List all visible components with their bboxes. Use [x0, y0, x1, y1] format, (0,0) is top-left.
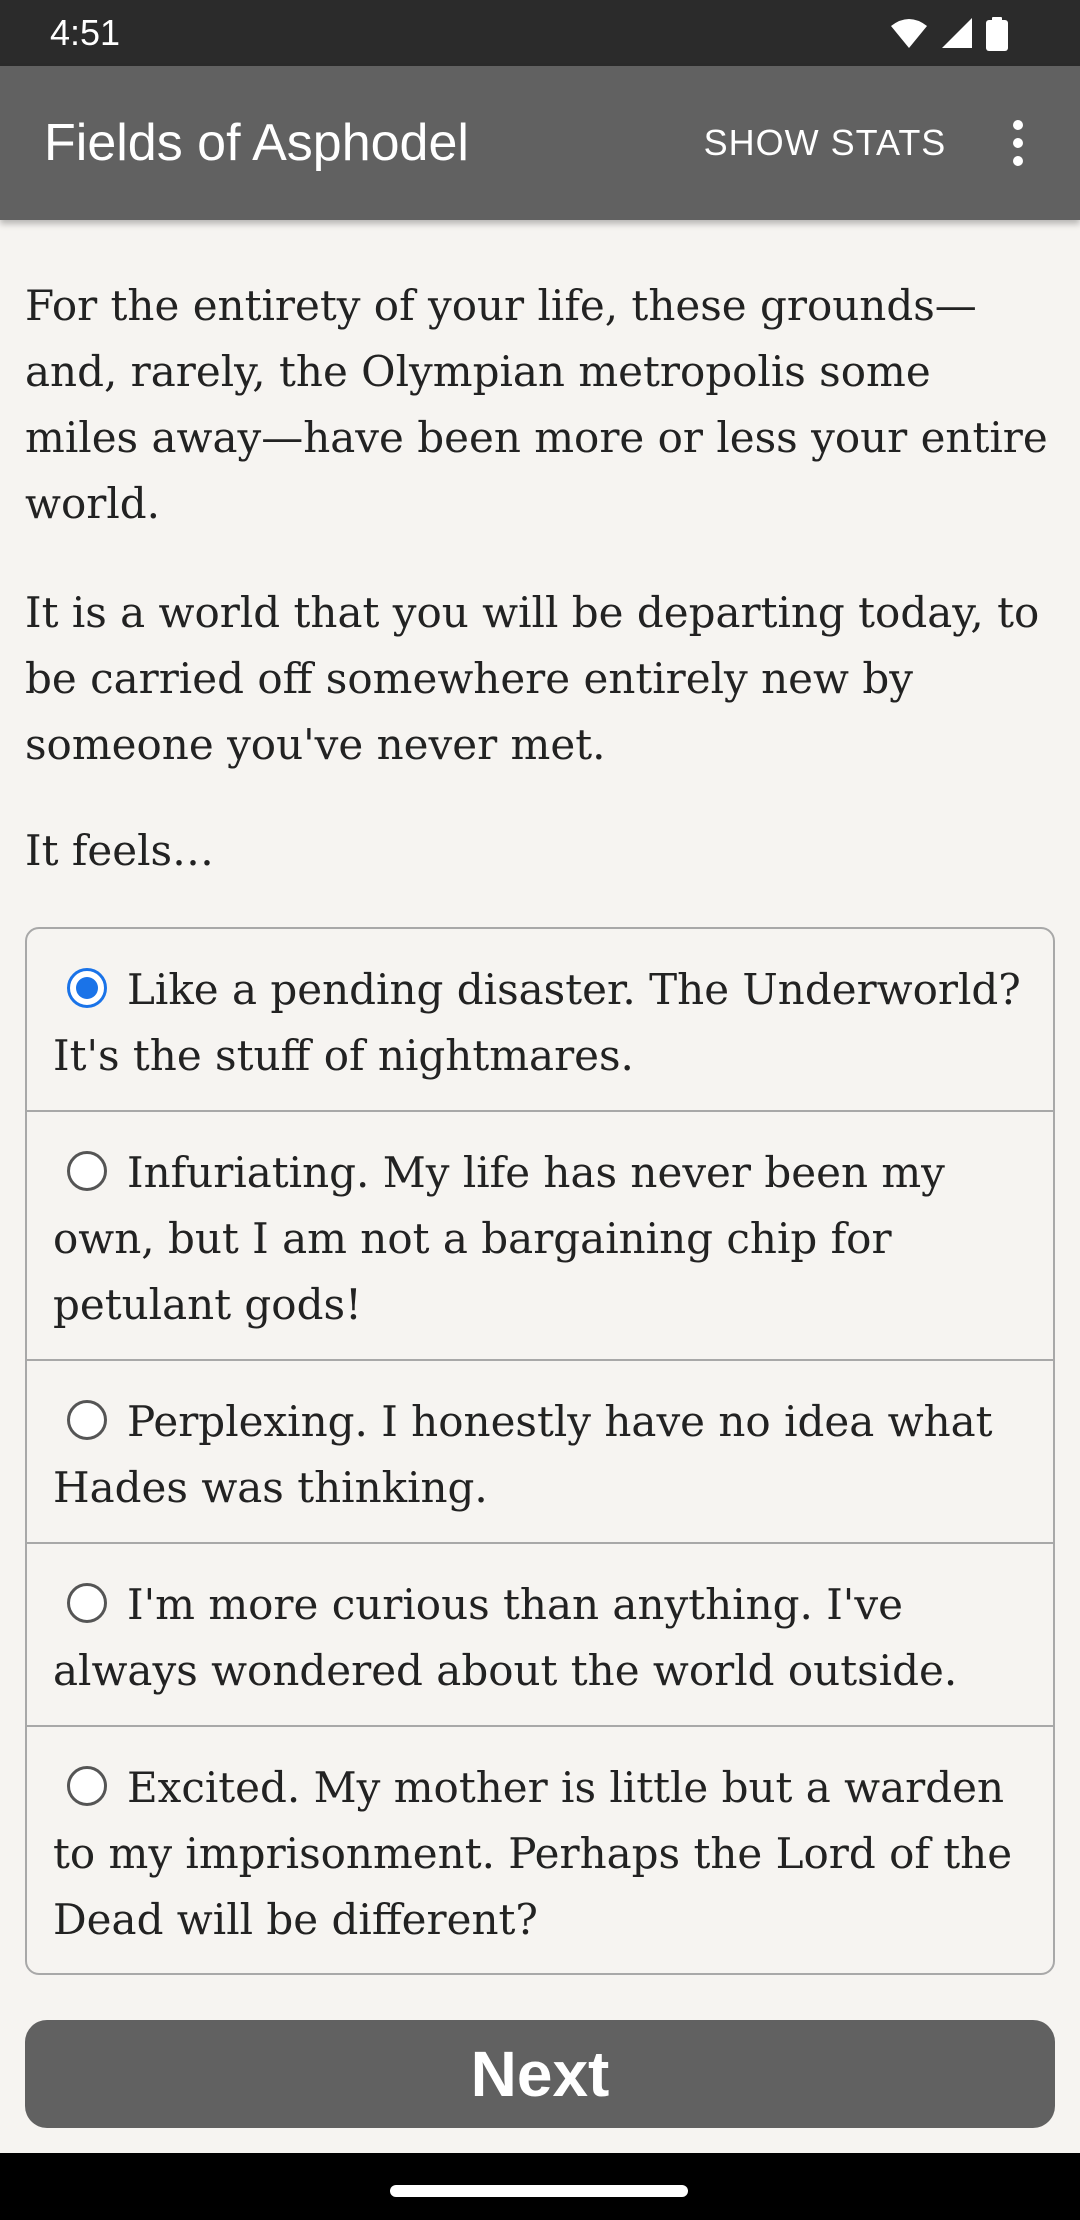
choice-label: Like a pending disaster. The Underworld?…	[53, 965, 1021, 1080]
next-button[interactable]: Next	[25, 2020, 1055, 2128]
status-bar: 4:51	[0, 0, 1080, 66]
choice-label: I'm more curious than anything. I've alw…	[53, 1580, 958, 1695]
choice-option[interactable]: Infuriating. My life has never been my o…	[27, 1112, 1053, 1361]
status-icons	[890, 14, 1008, 54]
choice-list: Like a pending disaster. The Underworld?…	[25, 927, 1055, 1975]
radio-button[interactable]	[67, 1400, 107, 1440]
battery-icon	[986, 17, 1008, 51]
story-paragraph: It is a world that you will be departing…	[25, 588, 1040, 769]
choice-option[interactable]: Like a pending disaster. The Underworld?…	[27, 929, 1053, 1112]
status-time: 4:51	[50, 12, 121, 53]
navigation-bar	[0, 2153, 1080, 2220]
app-title: Fields of Asphodel	[44, 114, 469, 172]
choice-label: Infuriating. My life has never been my o…	[53, 1148, 945, 1329]
more-vert-icon[interactable]	[990, 111, 1046, 175]
app-bar: Fields of Asphodel SHOW STATS	[0, 66, 1080, 220]
show-stats-button[interactable]: SHOW STATS	[680, 109, 970, 177]
radio-button[interactable]	[67, 1583, 107, 1623]
cell-signal-icon	[942, 18, 972, 48]
story-paragraph: It feels…	[25, 826, 215, 875]
wifi-icon	[891, 19, 927, 48]
choice-label: Perplexing. I honestly have no idea what…	[53, 1397, 993, 1512]
radio-button[interactable]	[67, 1151, 107, 1191]
radio-button[interactable]	[67, 1766, 107, 1806]
radio-button[interactable]	[67, 968, 107, 1008]
choice-option[interactable]: I'm more curious than anything. I've alw…	[27, 1544, 1053, 1727]
choice-option[interactable]: Perplexing. I honestly have no idea what…	[27, 1361, 1053, 1544]
choice-label: Excited. My mother is little but a warde…	[53, 1763, 1013, 1944]
story-paragraph: For the entirety of your life, these gro…	[25, 281, 1048, 528]
choice-option[interactable]: Excited. My mother is little but a warde…	[27, 1727, 1053, 1973]
home-gesture-handle[interactable]	[390, 2185, 688, 2197]
